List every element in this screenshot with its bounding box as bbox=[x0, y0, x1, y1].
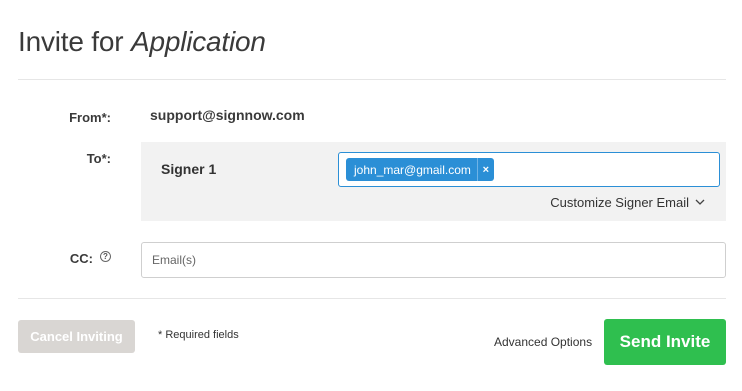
help-icon[interactable]: ? bbox=[100, 251, 111, 262]
email-chip-label: john_mar@gmail.com bbox=[354, 162, 471, 177]
cc-label-group: CC: ? bbox=[0, 251, 111, 266]
signer-email-field[interactable]: john_mar@gmail.com × bbox=[338, 152, 720, 187]
chevron-down-icon bbox=[695, 199, 705, 205]
header-divider bbox=[18, 79, 726, 80]
to-label: To*: bbox=[86, 151, 111, 166]
required-fields-note: * Required fields bbox=[158, 329, 239, 341]
customize-signer-email-label: Customize Signer Email bbox=[550, 195, 689, 210]
cancel-inviting-button[interactable]: Cancel Inviting bbox=[18, 320, 135, 353]
title-prefix: Invite for bbox=[18, 26, 124, 57]
signer-panel: Signer 1 john_mar@gmail.com × Customize … bbox=[141, 142, 726, 221]
send-invite-button[interactable]: Send Invite bbox=[604, 319, 726, 365]
title-emphasis: Application bbox=[130, 26, 266, 57]
page-title: Invite for Application bbox=[18, 26, 266, 58]
footer-divider bbox=[18, 298, 726, 299]
cc-label: CC: bbox=[69, 251, 93, 266]
signer-name: Signer 1 bbox=[161, 161, 217, 177]
customize-signer-email-toggle[interactable]: Customize Signer Email bbox=[550, 195, 705, 210]
advanced-options-link[interactable]: Advanced Options bbox=[494, 335, 592, 349]
close-icon[interactable]: × bbox=[476, 158, 494, 181]
invite-dialog: Invite for Application From*: support@si… bbox=[0, 0, 742, 391]
from-label: From*: bbox=[69, 110, 111, 125]
from-email: support@signnow.com bbox=[150, 107, 305, 123]
cc-email-field[interactable] bbox=[141, 242, 726, 278]
email-chip: john_mar@gmail.com × bbox=[346, 158, 494, 181]
